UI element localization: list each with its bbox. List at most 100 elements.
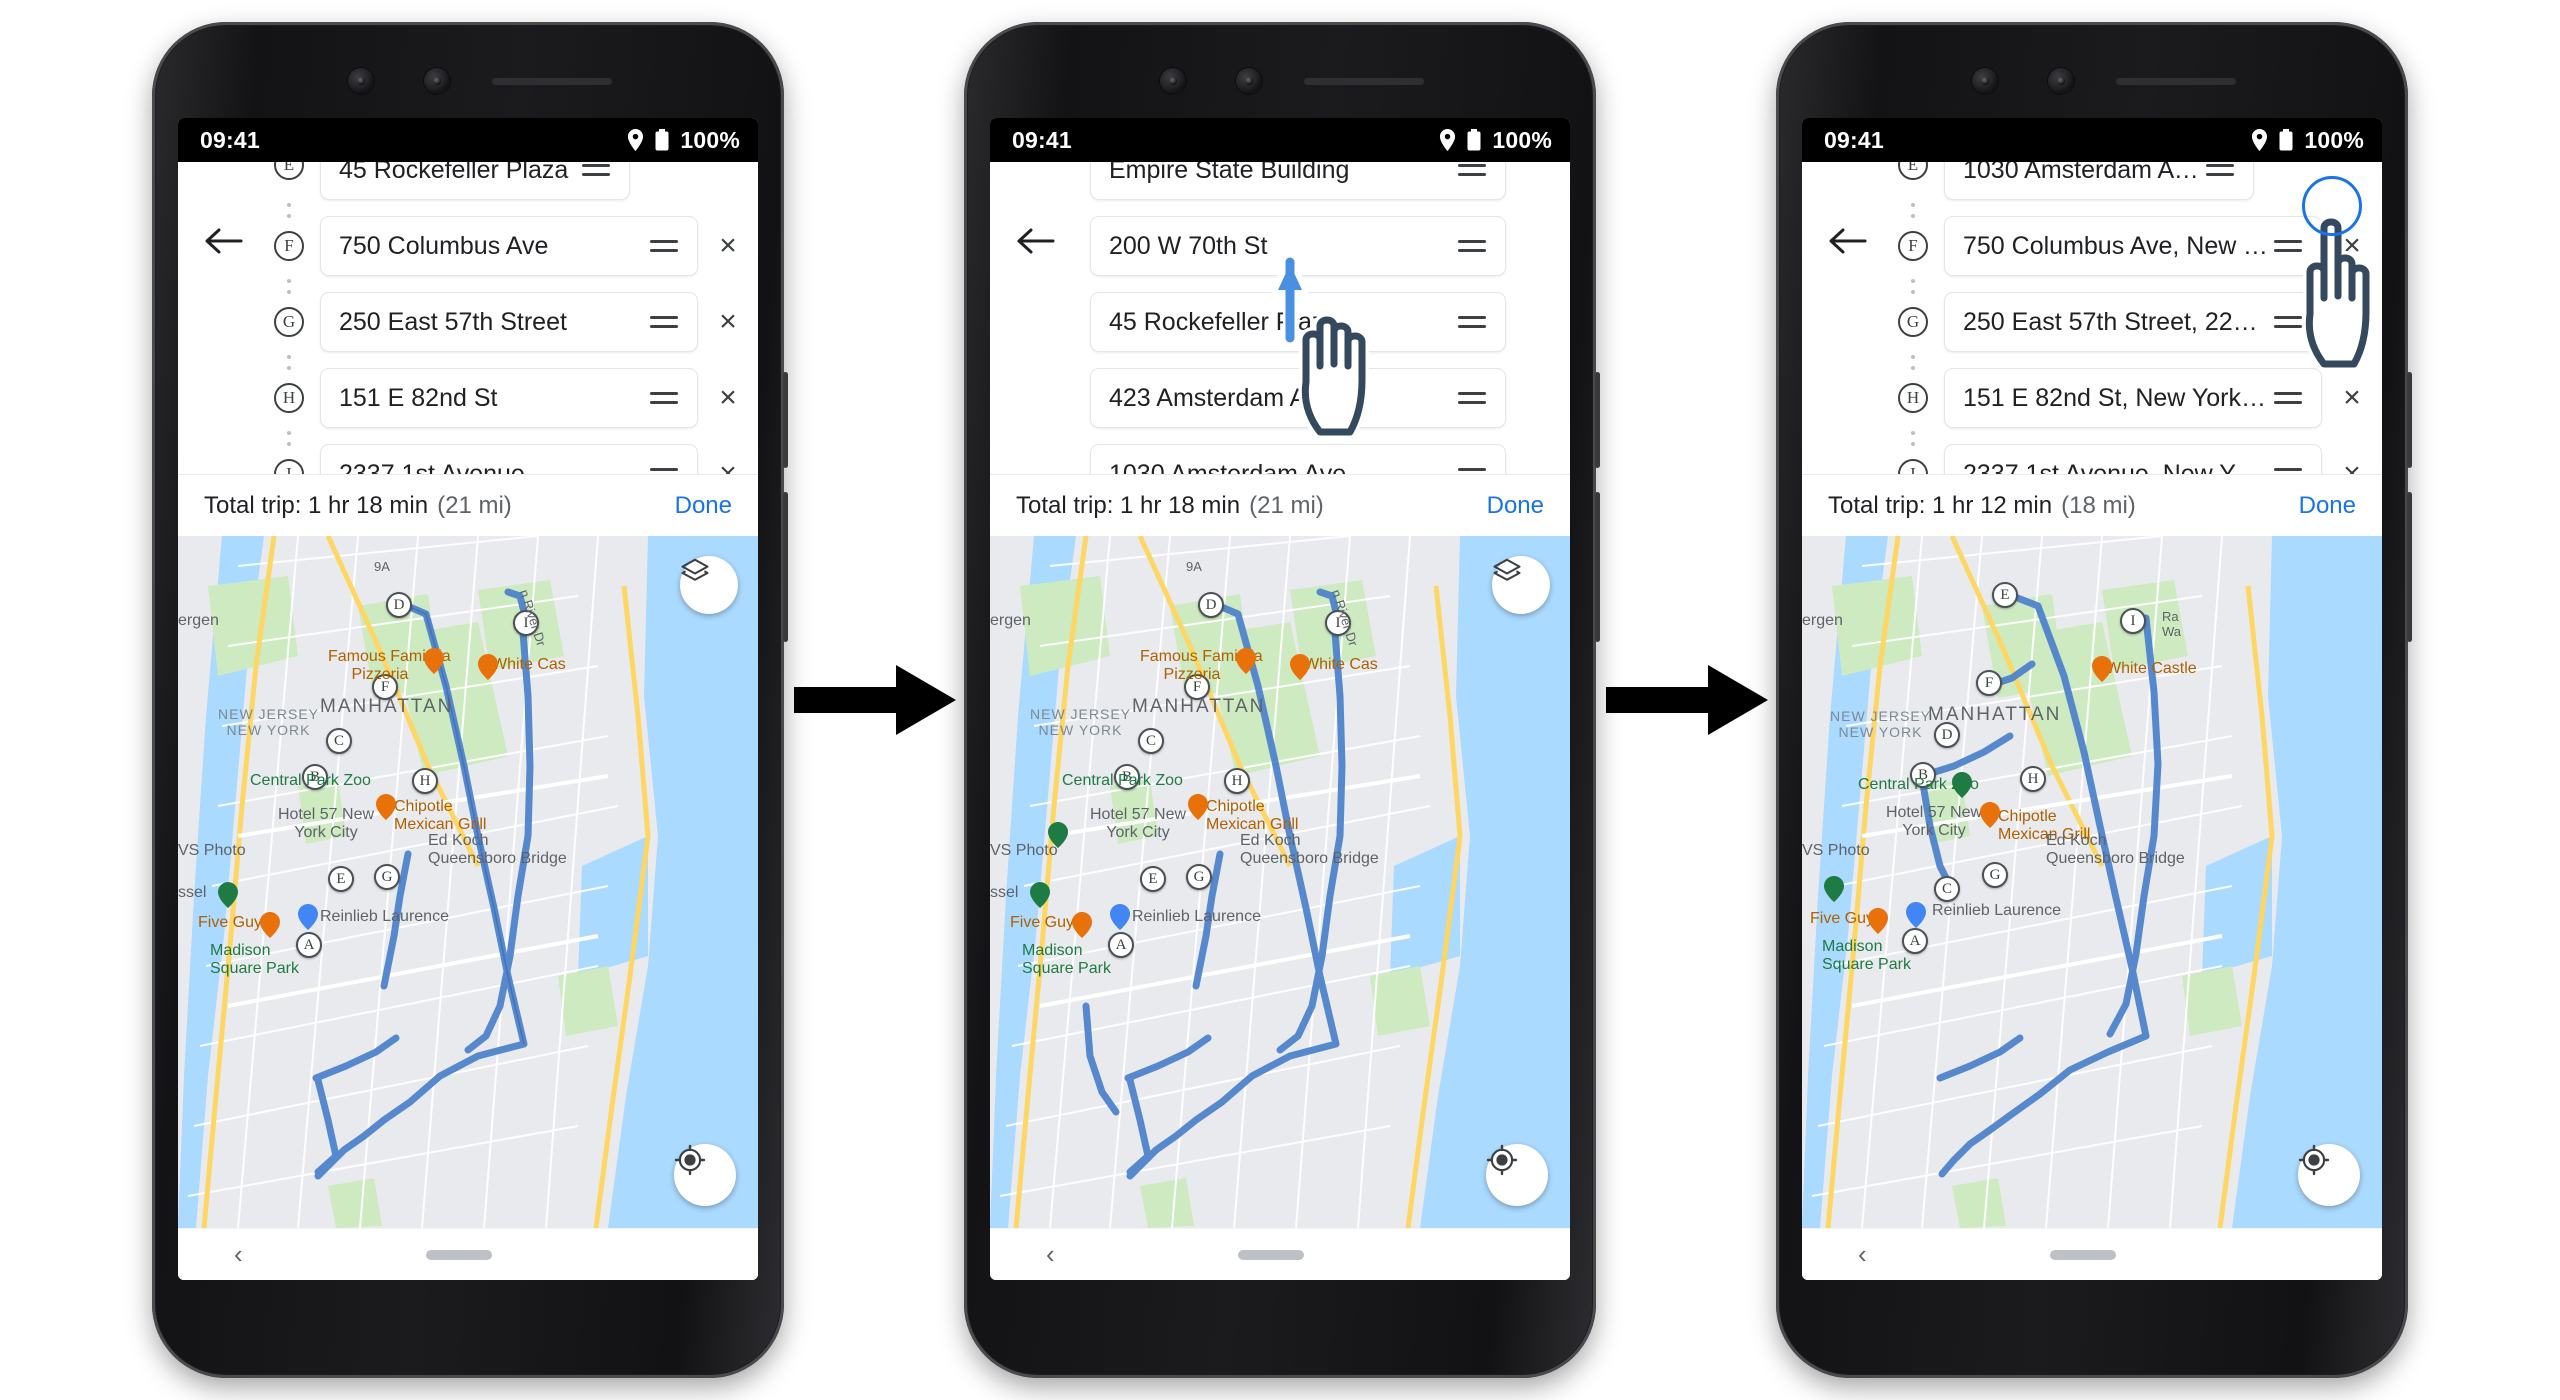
- drag-handle-icon[interactable]: [2271, 468, 2305, 474]
- drag-handle-icon[interactable]: [647, 240, 681, 252]
- volume-button[interactable]: [2407, 372, 2412, 468]
- my-location-button[interactable]: [1486, 1144, 1548, 1206]
- stop-marker-g: G: [274, 307, 304, 337]
- remove-stop-button[interactable]: ×: [698, 383, 758, 413]
- drag-handle-icon[interactable]: [2271, 392, 2305, 404]
- home-pill[interactable]: [1238, 1249, 1305, 1260]
- drag-handle-icon[interactable]: [647, 316, 681, 328]
- drag-handle-icon[interactable]: [2271, 240, 2305, 252]
- stop-address-field-h[interactable]: 151 E 82nd St, New York, NY...: [1944, 368, 2322, 428]
- nav-back-button[interactable]: ‹: [1046, 1239, 1055, 1270]
- map-waypoint-h[interactable]: H: [412, 768, 438, 794]
- map-waypoint-d[interactable]: D: [386, 592, 412, 618]
- volume-button[interactable]: [783, 372, 788, 468]
- stop-address-field-f[interactable]: 750 Columbus Ave: [320, 216, 698, 276]
- map-waypoint-e[interactable]: E: [1140, 866, 1166, 892]
- my-location-button[interactable]: [674, 1144, 736, 1206]
- map-canvas[interactable]: D I F C B H E G A 9A ergen n River Dr Fa…: [178, 536, 758, 1228]
- map-waypoint-g[interactable]: G: [1186, 864, 1212, 890]
- map-layers-button[interactable]: [1492, 556, 1550, 614]
- map-waypoint-f[interactable]: F: [1976, 670, 2002, 696]
- back-button[interactable]: [1012, 218, 1058, 264]
- stop-address-field[interactable]: 1030 Amsterdam Ave, New...: [1944, 162, 2254, 200]
- drag-handle-icon[interactable]: [1455, 468, 1489, 474]
- map-waypoint-h[interactable]: H: [1224, 768, 1250, 794]
- stop-row[interactable]: I 2337 1st Avenue, New York,... ×: [1802, 431, 2382, 475]
- map-canvas[interactable]: D I F C B H E G A 9A ergen n River Dr Fa…: [990, 536, 1570, 1228]
- stop-row[interactable]: G 250 East 57th Street ×: [178, 279, 758, 360]
- map-waypoint-d[interactable]: D: [1934, 722, 1960, 748]
- remove-stop-button[interactable]: ×: [698, 231, 758, 261]
- stop-address-field-h[interactable]: 151 E 82nd St: [320, 368, 698, 428]
- drag-handle-icon[interactable]: [1455, 392, 1489, 404]
- map-waypoint-e[interactable]: E: [328, 866, 354, 892]
- stop-row[interactable]: G 250 East 57th Street, 226 E... ×: [1802, 279, 2382, 360]
- stop-row[interactable]: 200 W 70th St: [990, 208, 1570, 284]
- map-waypoint-c[interactable]: C: [1934, 876, 1960, 902]
- home-pill[interactable]: [426, 1249, 493, 1260]
- map-canvas[interactable]: E I F D B H C G A ergen Ra Wa White Castl…: [1802, 536, 2382, 1228]
- stops-list[interactable]: Empire State Building 200 W 70th St 45 R…: [990, 162, 1570, 474]
- drag-handle-icon[interactable]: [1455, 164, 1489, 176]
- remove-stop-button[interactable]: ×: [698, 307, 758, 337]
- stop-address-field-i[interactable]: 2337 1st Avenue, New York,...: [1944, 444, 2322, 474]
- drag-handle-icon[interactable]: [2203, 164, 2237, 176]
- remove-stop-button[interactable]: ×: [698, 459, 758, 475]
- stop-row[interactable]: I 2337 1st Avenue ×: [178, 431, 758, 475]
- back-button[interactable]: [1824, 218, 1870, 264]
- map-waypoint-c[interactable]: C: [1138, 728, 1164, 754]
- map-waypoint-h[interactable]: H: [2020, 766, 2046, 792]
- volume-button[interactable]: [1595, 372, 1600, 468]
- stop-row[interactable]: H 151 E 82nd St, New York, NY... ×: [1802, 355, 2382, 436]
- drag-handle-icon[interactable]: [647, 468, 681, 474]
- stop-address-field[interactable]: Empire State Building: [1090, 162, 1506, 200]
- drag-handle-icon[interactable]: [579, 164, 613, 176]
- done-button[interactable]: Done: [1487, 492, 1544, 520]
- stop-address-field-f[interactable]: 750 Columbus Ave, New Yor...: [1944, 216, 2322, 276]
- stop-address-field[interactable]: 200 W 70th St: [1090, 216, 1506, 276]
- stop-address-field[interactable]: 1030 Amsterdam Ave: [1090, 444, 1506, 474]
- stop-address-field-g[interactable]: 250 East 57th Street: [320, 292, 698, 352]
- drag-handle-icon[interactable]: [2271, 316, 2305, 328]
- stop-row[interactable]: F 750 Columbus Ave, New Yor... ×: [1802, 203, 2382, 284]
- nav-back-button[interactable]: ‹: [1858, 1239, 1867, 1270]
- nav-back-button[interactable]: ‹: [234, 1239, 243, 1270]
- stop-row-dragging[interactable]: 45 Rockefeller Plaza: [990, 284, 1570, 360]
- map-waypoint-e[interactable]: E: [1992, 582, 2018, 608]
- stop-row[interactable]: F 750 Columbus Ave ×: [178, 203, 758, 284]
- drag-handle-icon[interactable]: [1455, 240, 1489, 252]
- stop-address-field[interactable]: 423 Amsterdam Ave: [1090, 368, 1506, 428]
- stops-list[interactable]: E 1030 Amsterdam Ave, New... F 750 Colum…: [1802, 162, 2382, 474]
- remove-stop-button[interactable]: ×: [2322, 307, 2382, 337]
- map-pin-icon: [260, 912, 280, 938]
- stop-row-partial[interactable]: E 1030 Amsterdam Ave, New...: [1802, 162, 2382, 208]
- map-waypoint-g[interactable]: G: [374, 864, 400, 890]
- map-layers-button[interactable]: [680, 556, 738, 614]
- stop-row-partial[interactable]: Empire State Building: [990, 162, 1570, 208]
- stop-row[interactable]: 1030 Amsterdam Ave: [990, 436, 1570, 474]
- stops-list[interactable]: E 45 Rockefeller Plaza F 750 Columbus Av…: [178, 162, 758, 474]
- power-button[interactable]: [1595, 492, 1600, 642]
- stop-row-partial[interactable]: E 45 Rockefeller Plaza: [178, 162, 758, 208]
- back-button[interactable]: [200, 218, 246, 264]
- my-location-button[interactable]: [2298, 1144, 2360, 1206]
- home-pill[interactable]: [2050, 1249, 2117, 1260]
- done-button[interactable]: Done: [675, 492, 732, 520]
- remove-stop-button[interactable]: ×: [2322, 459, 2382, 475]
- stop-row[interactable]: H 151 E 82nd St ×: [178, 355, 758, 436]
- drag-handle-icon[interactable]: [647, 392, 681, 404]
- power-button[interactable]: [2407, 492, 2412, 642]
- remove-stop-button[interactable]: ×: [2322, 383, 2382, 413]
- stop-address-field-i[interactable]: 2337 1st Avenue: [320, 444, 698, 474]
- drag-handle-icon[interactable]: [1455, 316, 1489, 328]
- power-button[interactable]: [783, 492, 788, 642]
- done-button[interactable]: Done: [2299, 492, 2356, 520]
- stop-address-field-g[interactable]: 250 East 57th Street, 226 E...: [1944, 292, 2322, 352]
- map-waypoint-d[interactable]: D: [1198, 592, 1224, 618]
- map-waypoint-c[interactable]: C: [326, 728, 352, 754]
- stop-row[interactable]: 423 Amsterdam Ave: [990, 360, 1570, 436]
- stop-address-field[interactable]: 45 Rockefeller Plaza: [320, 162, 630, 200]
- stop-address-field-dragging[interactable]: 45 Rockefeller Plaza: [1090, 292, 1506, 352]
- map-waypoint-g[interactable]: G: [1982, 862, 2008, 888]
- map-waypoint-i[interactable]: I: [2120, 608, 2146, 634]
